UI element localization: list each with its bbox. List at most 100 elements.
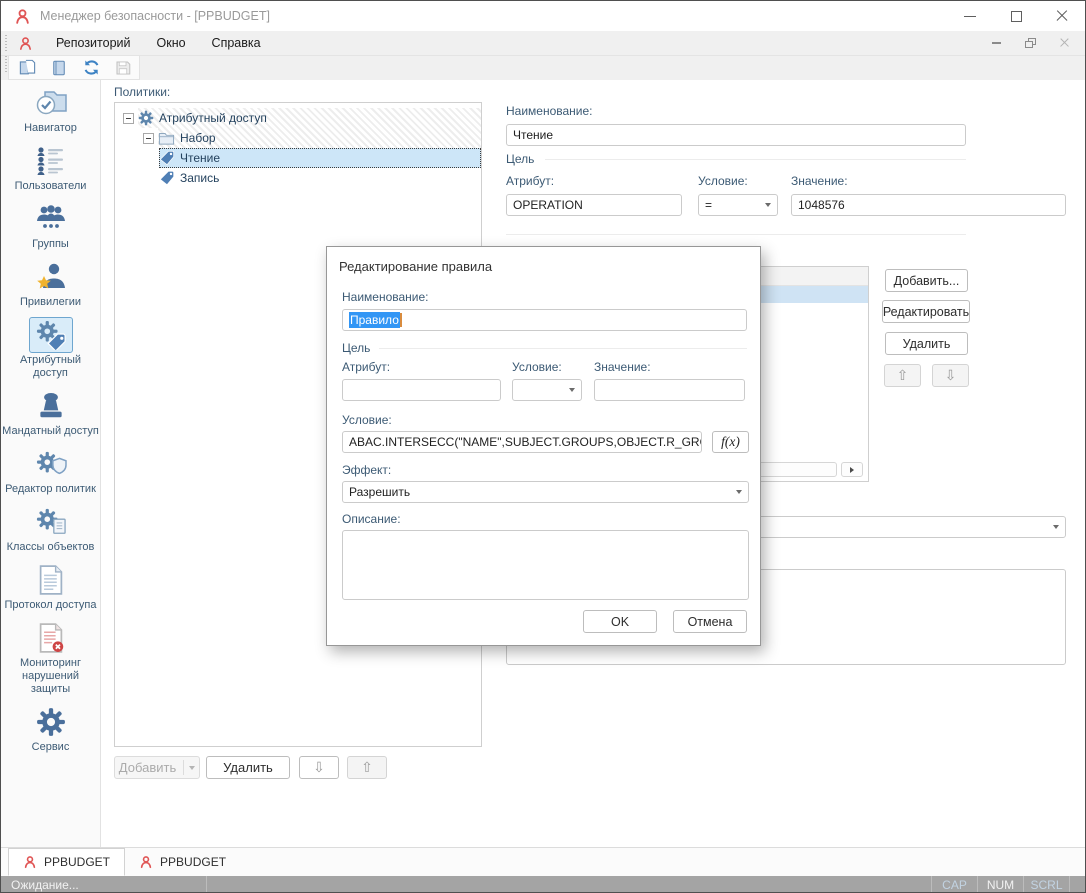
rules-add-button[interactable]: Добавить... bbox=[885, 269, 968, 292]
status-message: Ожидание... bbox=[11, 878, 79, 892]
rules-move-up-button[interactable]: ⇧ bbox=[884, 364, 921, 387]
menu-window[interactable]: Окно bbox=[144, 31, 199, 55]
statusbar-divider bbox=[206, 876, 207, 892]
details-condition-label: Условие: bbox=[698, 174, 748, 188]
menu-help[interactable]: Справка bbox=[199, 31, 274, 55]
tree-move-down-button[interactable]: ⇩ bbox=[299, 756, 339, 779]
tree-node-label: Набор bbox=[180, 131, 216, 145]
sidebar-item-navigator[interactable]: Навигатор bbox=[2, 85, 100, 135]
violation-monitoring-icon bbox=[39, 623, 63, 653]
tab-ppbudget-1[interactable]: PPBUDGET bbox=[8, 848, 126, 876]
collapse-icon[interactable] bbox=[143, 132, 154, 144]
mdi-restore-button[interactable] bbox=[1021, 36, 1039, 50]
chevron-down-icon bbox=[569, 388, 575, 392]
arrow-right-icon bbox=[850, 466, 854, 473]
sidebar-item-users[interactable]: Пользователи bbox=[2, 143, 100, 193]
sidebar-item-object-classes[interactable]: Классы объектов bbox=[2, 504, 100, 554]
sidebar-item-groups[interactable]: Группы bbox=[2, 201, 100, 251]
privileges-icon bbox=[36, 263, 65, 289]
content-area: Политики: Атрибутный доступ Набор Чтение… bbox=[101, 80, 1085, 847]
rules-edit-button[interactable]: Редактировать bbox=[882, 300, 970, 323]
function-builder-button[interactable]: f(x) bbox=[712, 431, 749, 453]
dialog-description-label: Описание: bbox=[342, 512, 401, 526]
dialog-attribute-label: Атрибут: bbox=[342, 360, 391, 374]
document-logo-icon bbox=[24, 856, 36, 869]
document-icon bbox=[53, 60, 65, 75]
sidebar-item-privileges[interactable]: Привилегии bbox=[2, 259, 100, 309]
sidebar-item-access-log[interactable]: Протокол доступа bbox=[2, 562, 100, 612]
tree-move-up-button[interactable]: ⇧ bbox=[347, 756, 387, 779]
details-name-field[interactable]: Чтение bbox=[506, 124, 966, 146]
dialog-title: Редактирование правила bbox=[339, 259, 493, 274]
app-logo-icon bbox=[14, 8, 31, 25]
scroll-right-button[interactable] bbox=[841, 462, 863, 477]
open-document-button[interactable] bbox=[49, 58, 69, 78]
details-value-field[interactable]: 1048576 bbox=[791, 194, 1066, 216]
tree-add-split-button[interactable]: Добавить bbox=[114, 756, 200, 779]
folder-icon bbox=[158, 131, 175, 146]
toolbar bbox=[1, 56, 1085, 80]
dialog-condition-combobox[interactable] bbox=[512, 379, 582, 401]
tree-node-set[interactable]: Набор bbox=[115, 128, 481, 148]
ok-button[interactable]: OK bbox=[583, 610, 657, 633]
details-attribute-field[interactable]: OPERATION bbox=[506, 194, 682, 216]
sidebar-item-mandatory-access[interactable]: Мандатный доступ bbox=[2, 388, 100, 438]
chevron-down-icon bbox=[736, 490, 742, 494]
close-button[interactable] bbox=[1039, 1, 1085, 31]
dialog-value-field[interactable] bbox=[594, 379, 745, 401]
details-condition-combobox[interactable]: = bbox=[698, 194, 778, 216]
dialog-name-label: Наименование: bbox=[342, 290, 429, 304]
new-document-button[interactable] bbox=[17, 58, 37, 78]
dialog-condition-expr-label: Условие: bbox=[342, 413, 392, 427]
dialog-condition-label: Условие: bbox=[512, 360, 562, 374]
rules-move-down-button[interactable]: ⇩ bbox=[932, 364, 969, 387]
num-lock-indicator: NUM bbox=[986, 878, 1015, 892]
statusbar-divider bbox=[1069, 876, 1070, 892]
sidebar-item-violation-monitoring[interactable]: Мониторинг нарушений защиты bbox=[2, 620, 100, 696]
rules-delete-button[interactable]: Удалить bbox=[885, 332, 968, 355]
save-button[interactable] bbox=[113, 58, 133, 78]
sidebar-item-attribute-access[interactable]: Атрибутный доступ bbox=[2, 317, 100, 380]
tag-icon bbox=[159, 170, 175, 186]
tree-delete-button[interactable]: Удалить bbox=[206, 756, 290, 779]
dialog-effect-combobox[interactable]: Разрешить bbox=[342, 481, 749, 503]
mdi-close-button[interactable] bbox=[1055, 36, 1073, 50]
caps-lock-indicator: CAP bbox=[942, 878, 967, 892]
tree-node-read[interactable]: Чтение bbox=[115, 148, 481, 168]
minimize-button[interactable] bbox=[947, 1, 993, 31]
title-bar: Менеджер безопасности - [PPBUDGET] bbox=[1, 1, 1085, 31]
tree-node-attribute-access[interactable]: Атрибутный доступ bbox=[115, 108, 481, 128]
sidebar-item-policy-editor[interactable]: Редактор политик bbox=[2, 446, 100, 496]
window-title: Менеджер безопасности - [PPBUDGET] bbox=[40, 9, 270, 23]
refresh-button[interactable] bbox=[81, 58, 101, 78]
status-bar: Ожидание... CAP NUM SCRL bbox=[1, 876, 1085, 892]
collapse-icon[interactable] bbox=[123, 112, 134, 124]
dialog-target-group-label: Цель bbox=[342, 341, 371, 355]
users-icon bbox=[37, 147, 63, 175]
arrow-down-icon: ⇩ bbox=[313, 759, 325, 775]
group-divider bbox=[379, 348, 747, 349]
dialog-description-box[interactable] bbox=[342, 530, 749, 600]
tree-node-label: Запись bbox=[180, 171, 220, 185]
tab-label: PPBUDGET bbox=[160, 855, 227, 869]
document-tab-bar: PPBUDGET PPBUDGET bbox=[1, 847, 1085, 876]
sidebar-item-service[interactable]: Сервис bbox=[2, 704, 100, 754]
dialog-condition-expr-field[interactable]: ABAC.INTERSECC("NAME",SUBJECT.GROUPS,OBJ… bbox=[342, 431, 702, 453]
tree-node-write[interactable]: Запись bbox=[115, 168, 481, 188]
sidebar: Навигатор Пользователи Группы Привилегии… bbox=[1, 80, 101, 847]
new-document-icon bbox=[19, 59, 35, 75]
policies-label: Политики: bbox=[114, 85, 171, 99]
refresh-icon bbox=[84, 60, 98, 75]
object-classes-icon bbox=[36, 508, 66, 534]
dialog-name-field[interactable]: Правило bbox=[342, 309, 747, 331]
tab-ppbudget-2[interactable]: PPBUDGET bbox=[125, 848, 240, 876]
mdi-minimize-button[interactable] bbox=[987, 36, 1005, 50]
menu-repository[interactable]: Репозиторий bbox=[43, 31, 144, 55]
selected-text: Правило bbox=[349, 312, 400, 328]
maximize-button[interactable] bbox=[993, 1, 1039, 31]
menu-bar: Репозиторий Окно Справка bbox=[1, 31, 1085, 56]
dialog-attribute-field[interactable] bbox=[342, 379, 501, 401]
policy-editor-icon bbox=[36, 451, 67, 475]
details-target-group-label: Цель bbox=[506, 152, 535, 166]
cancel-button[interactable]: Отмена bbox=[673, 610, 747, 633]
